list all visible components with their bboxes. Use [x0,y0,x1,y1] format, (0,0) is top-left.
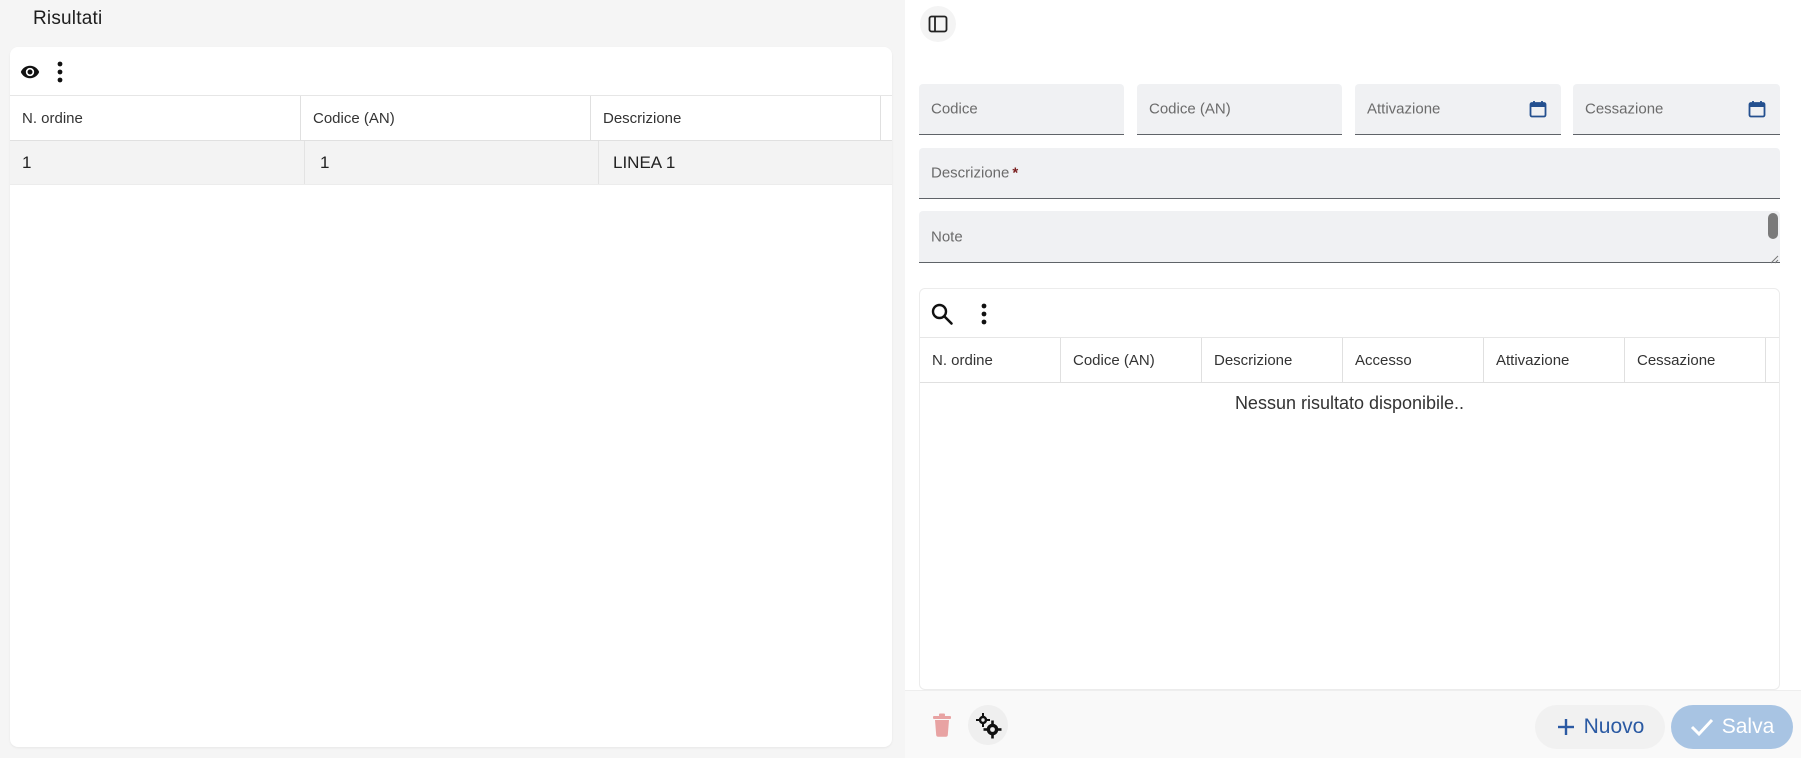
column-header-descrizione[interactable]: Descrizione [1202,338,1343,382]
descrizione-label-text: Descrizione [931,164,1010,182]
cessazione-field[interactable]: Cessazione [1573,84,1780,135]
calendar-icon[interactable] [1748,100,1766,118]
trash-icon[interactable] [922,705,962,745]
empty-message: Nessun risultato disponibile.. [1234,393,1465,413]
check-icon [1690,718,1713,737]
cell-n-ordine: 1 [10,141,305,184]
resize-handle-icon[interactable] [1769,251,1779,264]
attivazione-field[interactable]: Attivazione [1355,84,1561,135]
search-icon[interactable] [928,300,956,328]
gears-icon[interactable] [968,705,1008,745]
save-button[interactable]: Salva [1671,705,1793,749]
new-button-label: Nuovo [1583,715,1645,738]
note-label: Note [931,228,963,245]
sub-table-card: N. ordine Codice (AN) Descrizione Access… [919,288,1780,690]
sidebar-panel-icon[interactable] [920,6,956,42]
codice-label: Codice [931,100,978,118]
results-card: N. ordine Codice (AN) Descrizione 1 1 LI… [10,47,892,747]
action-footer: Nuovo Salva [905,690,1801,758]
save-button-label: Salva [1721,715,1775,738]
column-header-codice-an[interactable]: Codice (AN) [1061,338,1202,382]
column-header-descrizione[interactable]: Descrizione [591,96,881,140]
results-toolbar [10,47,892,96]
descrizione-field[interactable]: Descrizione * [919,148,1780,199]
results-title: Risultati [33,8,103,29]
eye-icon[interactable] [16,58,44,86]
calendar-icon[interactable] [1529,100,1547,118]
new-button[interactable]: Nuovo [1535,705,1665,749]
column-header-cessazione[interactable]: Cessazione [1625,338,1766,382]
descrizione-label: Descrizione * [931,165,1018,182]
codice-field[interactable]: Codice [919,84,1124,135]
cell-codice-an: 1 [305,141,599,184]
codice-an-label: Codice (AN) [1149,100,1231,118]
codice-an-field[interactable]: Codice (AN) [1137,84,1342,135]
note-field[interactable]: Note [919,211,1780,264]
column-header-n-ordine[interactable]: N. ordine [920,338,1061,382]
attivazione-label: Attivazione [1367,100,1441,118]
required-mark: * [1012,164,1019,182]
column-header-accesso[interactable]: Accesso [1343,338,1484,382]
cessazione-label: Cessazione [1585,100,1664,118]
more-vert-icon[interactable] [50,58,70,86]
more-vert-icon[interactable] [974,300,994,328]
sub-table-toolbar [920,289,1779,338]
column-header-attivazione[interactable]: Attivazione [1484,338,1625,382]
plus-icon [1557,719,1574,735]
sub-table-header: N. ordine Codice (AN) Descrizione Access… [920,338,1779,383]
cell-descrizione: LINEA 1 [613,152,676,172]
note-scrollbar[interactable] [1768,213,1778,239]
detail-panel: Codice Codice (AN) Attivazione Cessazion… [905,0,1801,758]
column-header-codice-an[interactable]: Codice (AN) [301,96,591,140]
table-row[interactable]: 1 1 LINEA 1 [10,141,892,185]
results-table-header: N. ordine Codice (AN) Descrizione [10,96,892,141]
column-header-n-ordine[interactable]: N. ordine [10,96,301,140]
results-panel: Risultati N. ordine Codice (AN) Descrizi… [0,0,905,758]
